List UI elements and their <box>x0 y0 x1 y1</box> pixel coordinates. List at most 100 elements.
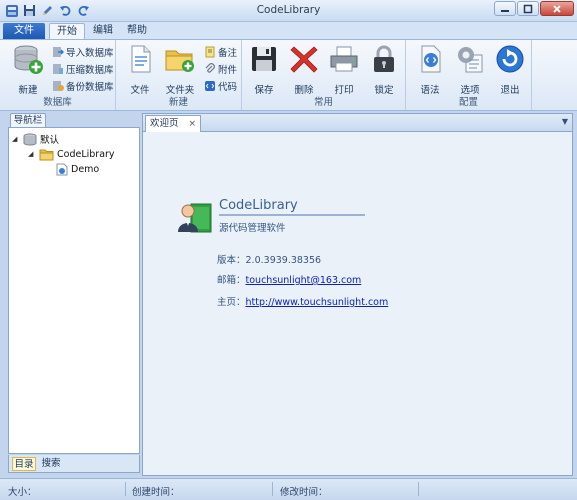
lock-icon <box>374 45 394 72</box>
status-size: 大小： <box>8 487 37 498</box>
version-row: 版本：2.0.3939.38356 <box>217 252 321 266</box>
status-modified: 修改时间： <box>280 487 328 498</box>
navigation-title: 导航栏 <box>10 113 46 128</box>
delete-button[interactable]: 删除 <box>284 43 324 96</box>
tab-welcome-label: 欢迎页 <box>150 118 179 129</box>
database-backup-icon <box>53 80 64 91</box>
import-database-label: 导入数据库 <box>66 47 114 59</box>
app-description: 源代码管理软件 <box>219 223 286 234</box>
ribbon: 新建 导入数据库 压缩数据库 备份数据库 数据库 文件 文件夹 备注 附件 代码… <box>0 39 577 111</box>
new-file-button[interactable]: 文件 <box>120 43 160 96</box>
document-tab-strip: 欢迎页 × ▼ <box>143 114 572 133</box>
tree-node-demo[interactable]: Demo <box>56 162 99 176</box>
floppy-disk-icon <box>252 47 276 71</box>
options-button[interactable]: 选项 <box>450 43 490 96</box>
database-import-icon <box>53 46 64 57</box>
exit-button[interactable]: 退出 <box>490 43 530 96</box>
code-button[interactable]: 代码 <box>204 78 237 93</box>
file-icon <box>131 45 151 73</box>
attachment-button[interactable]: 附件 <box>204 61 237 76</box>
group-database: 新建 导入数据库 压缩数据库 备份数据库 数据库 <box>0 40 116 110</box>
window-controls <box>494 1 574 16</box>
app-name-underline <box>219 214 365 216</box>
new-folder-button[interactable]: 文件夹 <box>160 43 200 96</box>
syntax-button[interactable]: 语法 <box>410 43 450 96</box>
printer-icon <box>330 46 358 72</box>
app-name: CodeLibrary <box>219 198 298 213</box>
lock-button[interactable]: 锁定 <box>364 43 404 96</box>
save-button[interactable]: 保存 <box>244 43 284 96</box>
tab-catalog[interactable]: 目录 <box>12 457 36 471</box>
tab-start[interactable]: 开始 <box>49 23 85 40</box>
backup-database-button[interactable]: 备份数据库 <box>52 78 114 93</box>
app-logo-icon <box>178 203 212 233</box>
print-button[interactable]: 打印 <box>324 43 364 96</box>
delete-icon <box>290 46 318 73</box>
tree-node-library[interactable]: ◢ CodeLibrary <box>28 147 115 161</box>
tab-file[interactable]: 文件 <box>3 23 45 40</box>
folder-add-icon <box>165 50 194 72</box>
navigation-panel: 导航栏 ◢ 默认 ◢ CodeLibrary Demo 目录 搜索 <box>4 113 141 476</box>
database-add-icon <box>14 45 43 74</box>
tab-edit[interactable]: 编辑 <box>88 23 118 40</box>
email-row: 邮箱：touchsunlight@163.com <box>217 272 361 286</box>
navigation-tree: ◢ 默认 ◢ CodeLibrary Demo <box>8 127 140 454</box>
group-database-label: 数据库 <box>43 97 72 108</box>
code-file-icon <box>56 163 68 175</box>
expand-arrow-icon[interactable]: ◢ <box>12 135 20 143</box>
tab-list-dropdown-icon[interactable]: ▼ <box>562 117 568 126</box>
tree-node-root[interactable]: ◢ 默认 <box>12 132 59 146</box>
group-config-label: 配置 <box>458 97 478 108</box>
database-icon <box>23 133 37 145</box>
status-separator <box>125 482 126 496</box>
group-common-label: 常用 <box>313 97 333 108</box>
database-compress-icon <box>53 63 63 74</box>
status-created: 创建时间： <box>132 487 180 498</box>
note-label: 备注 <box>218 47 238 59</box>
maximize-button[interactable] <box>517 1 539 16</box>
document-area: 欢迎页 × ▼ CodeLibrary 源代码管理软件 版本：2.0.3939.… <box>142 113 573 476</box>
ribbon-tab-row: 文件 开始 编辑 帮助 <box>0 22 577 40</box>
group-create: 文件 文件夹 备注 附件 代码 新建 <box>116 40 242 110</box>
minimize-button[interactable] <box>494 1 516 16</box>
email-link[interactable]: touchsunlight@163.com <box>246 275 362 286</box>
tab-close-icon[interactable]: × <box>188 116 196 132</box>
new-database-button[interactable]: 新建 <box>8 43 48 96</box>
tab-search[interactable]: 搜索 <box>38 457 64 471</box>
status-separator <box>272 482 273 496</box>
homepage-label: 主页： <box>217 297 246 308</box>
gear-icon <box>458 47 483 73</box>
code-icon <box>205 80 215 91</box>
tree-node-root-label: 默认 <box>40 135 60 146</box>
import-database-button[interactable]: 导入数据库 <box>52 44 114 59</box>
group-create-label: 新建 <box>168 97 188 108</box>
compress-database-button[interactable]: 压缩数据库 <box>52 61 114 76</box>
status-bar: 大小： 创建时间： 修改时间： <box>0 478 577 500</box>
backup-database-label: 备份数据库 <box>66 81 114 93</box>
syntax-icon <box>421 45 441 73</box>
title-bar: CodeLibrary <box>0 0 577 22</box>
window-title: CodeLibrary <box>256 4 321 16</box>
group-common: 保存 删除 打印 锁定 常用 <box>242 40 406 110</box>
tree-node-library-label: CodeLibrary <box>57 148 115 160</box>
paperclip-icon <box>205 62 215 73</box>
welcome-page: CodeLibrary 源代码管理软件 版本：2.0.3939.38356 邮箱… <box>143 132 572 475</box>
email-label: 邮箱： <box>217 275 246 286</box>
close-button[interactable] <box>540 1 574 16</box>
status-separator <box>418 482 419 496</box>
note-button[interactable]: 备注 <box>204 44 237 59</box>
version-value: 2.0.3939.38356 <box>245 255 322 266</box>
homepage-row: 主页：http://www.touchsunlight.com <box>217 294 388 308</box>
group-config: 语法 选项 退出 配置 <box>406 40 532 110</box>
tree-node-demo-label: Demo <box>71 163 100 175</box>
tab-welcome[interactable]: 欢迎页 × <box>145 115 201 133</box>
tab-help[interactable]: 帮助 <box>122 23 152 40</box>
expand-arrow-icon[interactable]: ◢ <box>28 150 36 158</box>
folder-icon <box>39 149 54 160</box>
homepage-link[interactable]: http://www.touchsunlight.com <box>246 297 389 308</box>
code-label: 代码 <box>218 81 238 93</box>
version-label: 版本： <box>217 255 246 266</box>
note-icon <box>205 46 215 57</box>
exit-icon <box>496 45 524 73</box>
navigation-bottom-tabs: 目录 搜索 <box>8 455 140 473</box>
